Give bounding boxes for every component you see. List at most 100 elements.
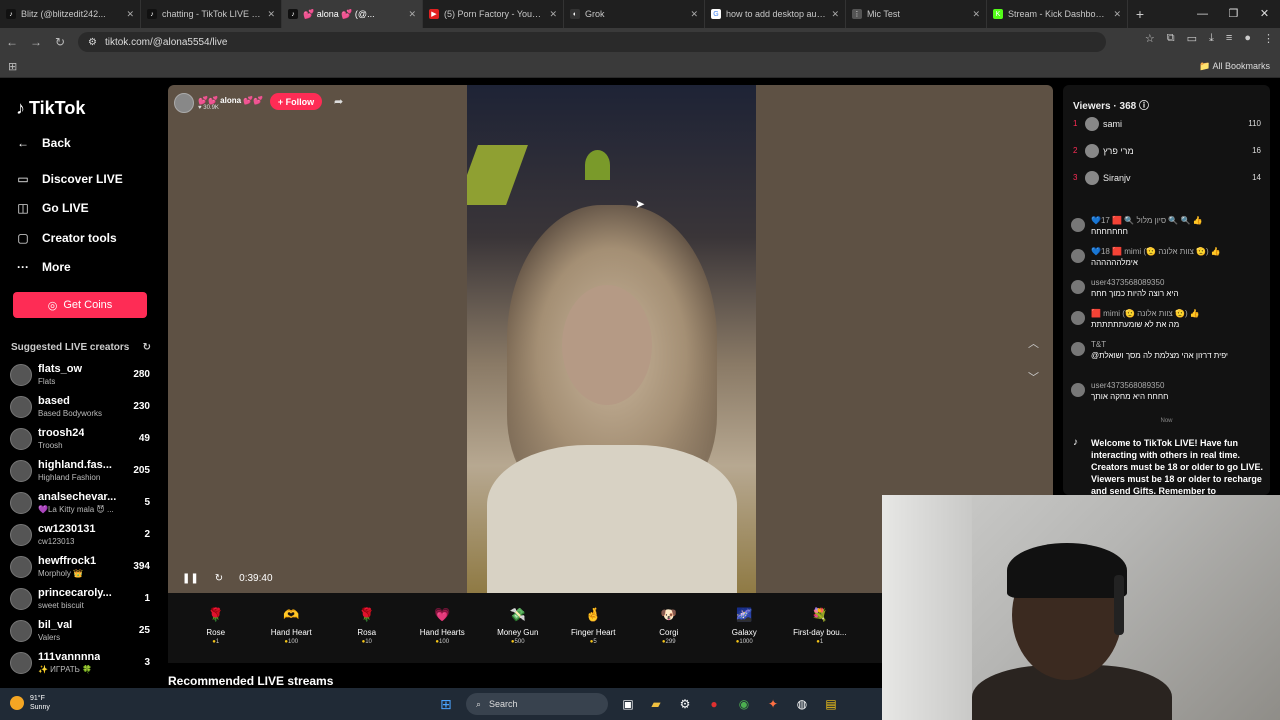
suggested-creator[interactable]: analsechevar... 💜La Kitty mala 😈 ... 5 — [10, 489, 150, 517]
forward-icon[interactable]: → — [24, 35, 48, 49]
creator-name: analsechevar... — [38, 491, 117, 503]
reload-icon[interactable]: ↻ — [48, 35, 72, 49]
video-subject-face — [562, 285, 652, 405]
gift-item[interactable]: 💸 Money Gun ●500 — [480, 593, 556, 663]
creator-name: cw1230131 — [38, 523, 96, 535]
viewers-header[interactable]: Viewers · 368 ⓘ — [1073, 97, 1149, 112]
live-video[interactable] — [467, 85, 756, 593]
restore-icon[interactable]: ❐ — [1218, 0, 1249, 28]
browser-tab[interactable]: ♪ chatting - TikTok LIVE stre... ✕ — [141, 0, 282, 28]
record-app-icon[interactable]: ● — [705, 695, 723, 713]
app-icon-2[interactable]: ◍ — [793, 695, 811, 713]
back-link[interactable]: ← Back — [16, 136, 71, 150]
app-icon[interactable]: ✦ — [764, 695, 782, 713]
taskbar-search[interactable]: ⌕ Search — [466, 693, 608, 715]
task-view-icon[interactable]: ▣ — [619, 695, 637, 713]
refresh-stream-icon[interactable]: ↻ — [215, 573, 223, 584]
suggested-creator[interactable]: hewffrock1 Morpholy 👑 394 — [10, 553, 150, 581]
gift-item[interactable]: 🫶 Hand Heart ●100 — [254, 593, 330, 663]
suggested-creator[interactable]: bil_val Valers 25 — [10, 617, 150, 645]
suggested-creator[interactable]: troosh24 Troosh 49 — [10, 425, 150, 453]
gift-item[interactable]: 💗 Hand Hearts ●100 — [405, 593, 481, 663]
pause-icon[interactable]: ❚❚ — [182, 573, 199, 584]
gift-item[interactable]: 🌹 Rosa ●10 — [329, 593, 405, 663]
browser-tab[interactable]: ▶ (5) Porn Factory - YouTube ✕ — [423, 0, 564, 28]
file-explorer-icon[interactable]: ▰ — [647, 695, 665, 713]
gift-item[interactable]: 🐶 Corgi ●299 — [631, 593, 707, 663]
nav-creator-tools[interactable]: ▢ Creator tools — [16, 231, 116, 245]
chevron-down-icon[interactable]: ﹀ — [1028, 369, 1039, 385]
nav-more[interactable]: ··· More — [16, 260, 71, 274]
close-tab-icon[interactable]: ✕ — [126, 9, 134, 20]
new-tab-button[interactable]: + — [1128, 6, 1152, 22]
close-tab-icon[interactable]: ✕ — [831, 9, 839, 20]
get-coins-button[interactable]: ◎ Get Coins — [13, 292, 147, 318]
url-field[interactable]: ⚙ tiktok.com/@alona5554/live — [78, 32, 1106, 52]
more-icon: ··· — [17, 260, 29, 274]
close-tab-icon[interactable]: ✕ — [1113, 9, 1121, 20]
gift-price-value: 1 — [819, 639, 824, 645]
cast-icon[interactable]: ▭ — [1187, 32, 1197, 45]
refresh-icon[interactable]: ↻ — [143, 342, 151, 353]
weather-widget[interactable]: 91°F Sunny — [10, 694, 50, 712]
tiktok-logo[interactable]: ♪ TikTok — [16, 98, 85, 119]
suggested-creator[interactable]: highland.fas... Highland Fashion 205 — [10, 457, 150, 485]
close-window-icon[interactable]: ✕ — [1249, 0, 1280, 28]
browser-tab[interactable]: ⋮ Mic Test ✕ — [846, 0, 987, 28]
nav-discover-live[interactable]: ▭ Discover LIVE — [16, 172, 122, 186]
site-info-icon[interactable]: ⚙ — [88, 37, 97, 48]
close-tab-icon[interactable]: ✕ — [408, 9, 416, 20]
settings-icon[interactable]: ⚙ — [676, 695, 694, 713]
nav-go-live[interactable]: ◫ Go LIVE — [16, 201, 88, 215]
gift-icon: 💸 — [509, 607, 526, 622]
host-info[interactable]: 💕💕 alona 💕💕 ♥ 30.9K — [174, 93, 263, 113]
suggested-creator[interactable]: 111vannnna ✨ ИГРАТЬ 🍀 3 — [10, 649, 150, 677]
gift-item[interactable]: 💐 First-day bou... ●1 — [782, 593, 858, 663]
close-tab-icon[interactable]: ✕ — [972, 9, 980, 20]
avatar[interactable] — [174, 93, 194, 113]
gift-name: Hand Heart — [270, 628, 312, 637]
top-viewer-row[interactable]: 2 מרי פרץ 16 — [1073, 142, 1261, 162]
bookmark-star-icon[interactable]: ☆ — [1145, 32, 1155, 45]
gift-price: ●1 — [212, 639, 219, 645]
all-bookmarks-button[interactable]: 📁 All Bookmarks — [1199, 61, 1270, 72]
extensions-icon[interactable]: ⧉ — [1167, 32, 1175, 45]
tiktok-favicon-icon: ♪ — [6, 9, 16, 19]
top-viewer-row[interactable]: 1 sami 110 — [1073, 115, 1261, 135]
follow-button[interactable]: + Follow — [270, 93, 322, 110]
avatar — [10, 460, 32, 482]
close-tab-icon[interactable]: ✕ — [690, 9, 698, 20]
gift-item[interactable]: 🌹 Rose ●1 — [178, 593, 254, 663]
viewers-chat-panel: Viewers · 368 ⓘ 1 sami 110 2 מרי פרץ 16 3 Siran… — [1063, 85, 1270, 495]
menu-icon[interactable]: ⋮ — [1263, 32, 1274, 45]
gift-item[interactable]: 🌌 Galaxy ●1000 — [707, 593, 783, 663]
browser-tab[interactable]: ◐ Grok ✕ — [564, 0, 705, 28]
download-icon[interactable]: ⤓ — [1209, 32, 1214, 45]
apps-grid-icon[interactable]: ⊞ — [8, 60, 17, 73]
profile-avatar[interactable]: ● — [1244, 32, 1251, 45]
browser-tab[interactable]: ♪ Blitz (@blitzedit242... ✕ — [0, 0, 141, 28]
chevron-up-icon[interactable]: ︿ — [1028, 335, 1039, 351]
gift-item[interactable]: 🤞 Finger Heart ●5 — [556, 593, 632, 663]
browser-tab[interactable]: ♪ 💕 alona 💕 (@... ✕ — [282, 0, 423, 28]
chrome-icon[interactable]: ◉ — [735, 695, 753, 713]
avatar — [1071, 383, 1085, 397]
suggested-creator[interactable]: based Based Bodyworks 230 — [10, 393, 150, 421]
suggested-creator[interactable]: princecaroly... sweet biscuit 1 — [10, 585, 150, 613]
back-icon[interactable]: ← — [0, 35, 24, 49]
app-icon-3[interactable]: ▤ — [822, 695, 840, 713]
close-tab-icon[interactable]: ✕ — [267, 9, 275, 20]
windows-start-icon[interactable]: ⊞ — [440, 696, 452, 713]
reading-list-icon[interactable]: ≡ — [1226, 32, 1232, 45]
minimize-icon[interactable]: — — [1187, 0, 1218, 28]
chat-text: היא רוצה להיות כמוך חחח — [1091, 289, 1179, 298]
close-tab-icon[interactable]: ✕ — [549, 9, 557, 20]
share-icon[interactable]: ➦ — [334, 95, 343, 108]
suggested-creator[interactable]: cw1230131 cw123013 2 — [10, 521, 150, 549]
top-viewer-row[interactable]: 3 Siranjv 14 — [1073, 169, 1261, 189]
creator-subtitle: 💜La Kitty mala 😈 ... — [38, 505, 114, 514]
viewer-count: 25 — [138, 625, 150, 636]
browser-tab[interactable]: Ghow to add desktop audio ✕ — [705, 0, 846, 28]
suggested-creator[interactable]: flats_ow Flats 280 — [10, 361, 150, 389]
browser-tab[interactable]: K Stream - Kick Dashboard ✕ — [987, 0, 1128, 28]
